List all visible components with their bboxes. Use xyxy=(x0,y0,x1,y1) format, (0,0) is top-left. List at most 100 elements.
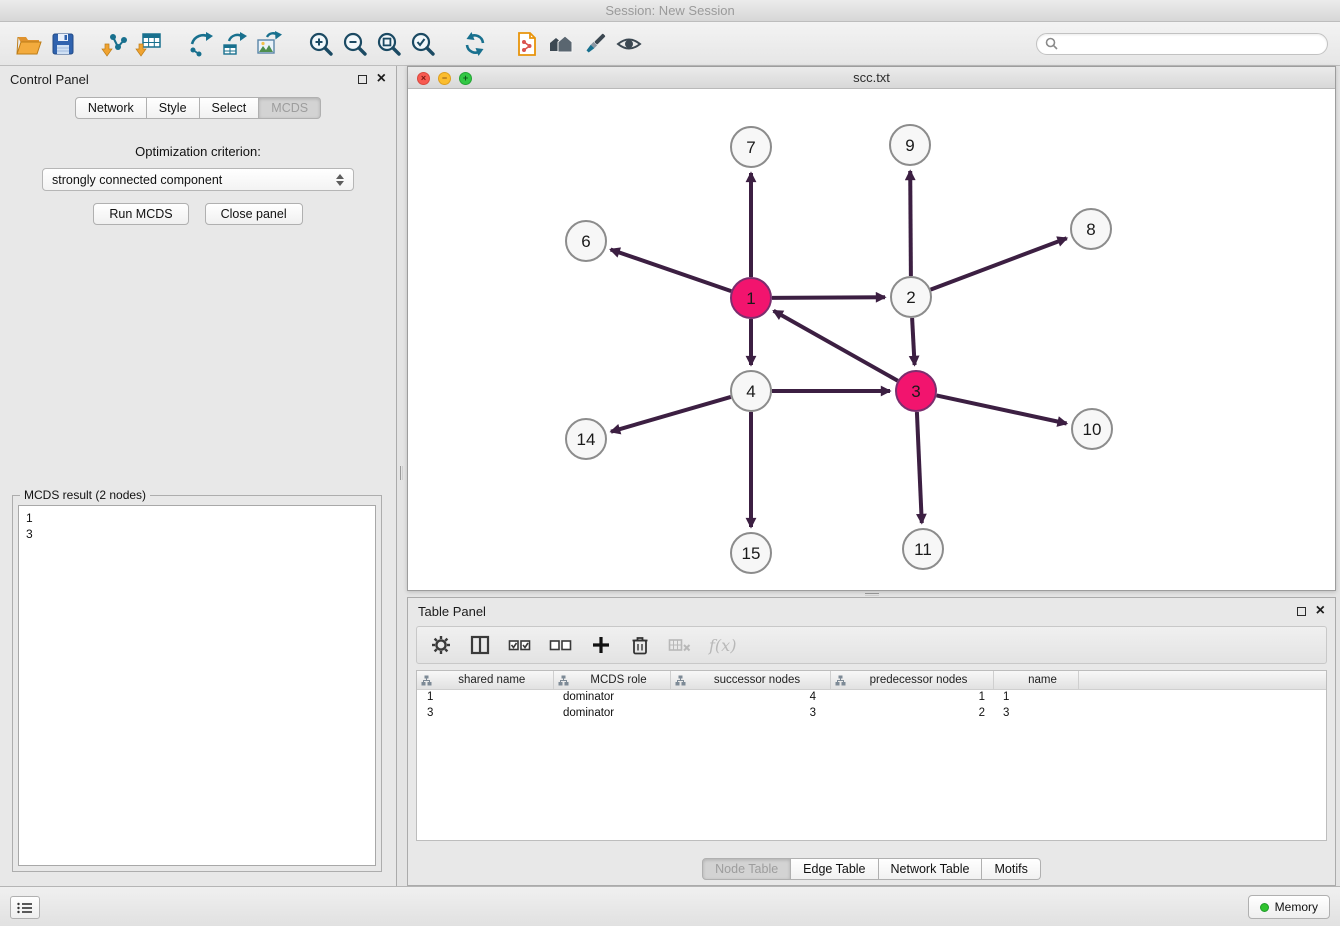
open-session-button[interactable] xyxy=(12,28,46,60)
table-settings-button[interactable] xyxy=(430,634,452,656)
run-mcds-button[interactable]: Run MCDS xyxy=(93,203,188,225)
graph-edge-3-11[interactable] xyxy=(917,412,922,523)
new-table-button[interactable] xyxy=(218,28,252,60)
tab-network-table[interactable]: Network Table xyxy=(879,858,983,880)
column-header-successor-nodes[interactable]: successor nodes xyxy=(670,671,830,689)
deselect-all-button[interactable] xyxy=(549,634,573,656)
graph-node-2[interactable]: 2 xyxy=(891,277,931,317)
paint-details-button[interactable] xyxy=(578,28,612,60)
new-network-button[interactable] xyxy=(184,28,218,60)
graph-edge-2-8[interactable] xyxy=(931,238,1067,289)
delete-table-button[interactable] xyxy=(668,634,692,656)
cell-successor-nodes[interactable]: 3 xyxy=(670,705,830,721)
graph-edge-3-1[interactable] xyxy=(774,311,898,381)
cell-shared-name[interactable]: 1 xyxy=(417,689,553,705)
column-header-label: successor nodes xyxy=(714,674,800,686)
cell-name[interactable]: 3 xyxy=(993,705,1078,721)
column-header-shared-name[interactable]: shared name xyxy=(417,671,553,689)
hide-details-button[interactable] xyxy=(612,28,646,60)
cell-predecessor-nodes[interactable]: 1 xyxy=(830,689,993,705)
graph-edge-2-3[interactable] xyxy=(912,318,915,365)
graph-edge-3-10[interactable] xyxy=(937,395,1067,423)
delete-column-button[interactable] xyxy=(629,634,651,656)
column-type-icon xyxy=(421,675,432,689)
column-header-mcds-role[interactable]: MCDS role xyxy=(553,671,670,689)
network-window-titlebar[interactable]: × − + scc.txt xyxy=(408,67,1335,89)
graph-node-6[interactable]: 6 xyxy=(566,221,606,261)
graph-node-14[interactable]: 14 xyxy=(566,419,606,459)
tab-style[interactable]: Style xyxy=(147,97,200,119)
home-views-button[interactable] xyxy=(544,28,578,60)
list-icon xyxy=(17,902,33,914)
tab-edge-table[interactable]: Edge Table xyxy=(791,858,878,880)
criterion-selected-value: strongly connected component xyxy=(52,173,222,187)
graph-node-3[interactable]: 3 xyxy=(896,371,936,411)
tab-motifs[interactable]: Motifs xyxy=(982,858,1040,880)
vertical-splitter[interactable] xyxy=(397,66,407,886)
zoom-selected-button[interactable] xyxy=(406,28,440,60)
save-session-button[interactable] xyxy=(46,28,80,60)
close-table-panel-icon[interactable]: × xyxy=(1316,603,1325,619)
node-label: 8 xyxy=(1086,220,1095,239)
refresh-button[interactable] xyxy=(458,28,492,60)
network-graph[interactable]: 7 9 6 8 1 2 4 3 14 10 15 11 xyxy=(408,89,1335,590)
mcds-result-list[interactable]: 1 3 xyxy=(18,505,376,866)
graph-edge-1-6[interactable] xyxy=(611,250,732,292)
cell-shared-name[interactable]: 3 xyxy=(417,705,553,721)
show-columns-button[interactable] xyxy=(469,634,491,656)
graph-edge-4-14[interactable] xyxy=(611,397,731,432)
graph-edge-1-2[interactable] xyxy=(772,297,885,298)
add-column-button[interactable] xyxy=(590,634,612,656)
node-label: 7 xyxy=(746,138,755,157)
cell-mcds-role[interactable]: dominator xyxy=(553,705,670,721)
tab-network[interactable]: Network xyxy=(75,97,147,119)
graph-node-4[interactable]: 4 xyxy=(731,371,771,411)
result-line: 1 xyxy=(26,510,368,526)
import-network-button[interactable] xyxy=(98,28,132,60)
search-input[interactable] xyxy=(1063,37,1319,51)
column-header-predecessor-nodes[interactable]: predecessor nodes xyxy=(830,671,993,689)
node-label: 1 xyxy=(746,289,755,308)
graph-node-10[interactable]: 10 xyxy=(1072,409,1112,449)
close-panel-button[interactable]: Close panel xyxy=(205,203,303,225)
cell-successor-nodes[interactable]: 4 xyxy=(670,689,830,705)
function-builder-button[interactable]: f(x) xyxy=(709,636,736,655)
network-canvas[interactable]: 7 9 6 8 1 2 4 3 14 10 15 11 xyxy=(408,89,1335,590)
table-row[interactable]: 3 dominator 3 2 3 xyxy=(417,705,1326,721)
window-close-icon[interactable]: × xyxy=(417,72,430,85)
select-all-button[interactable] xyxy=(508,634,532,656)
control-panel-header: Control Panel × xyxy=(0,66,396,92)
table-row[interactable]: 1 dominator 4 1 1 xyxy=(417,689,1326,705)
cell-mcds-role[interactable]: dominator xyxy=(553,689,670,705)
close-panel-icon[interactable]: × xyxy=(377,71,386,87)
zoom-out-button[interactable] xyxy=(338,28,372,60)
node-label: 6 xyxy=(581,232,590,251)
graph-node-11[interactable]: 11 xyxy=(903,529,943,569)
tab-node-table[interactable]: Node Table xyxy=(702,858,791,880)
window-zoom-icon[interactable]: + xyxy=(459,72,472,85)
float-panel-icon[interactable] xyxy=(358,75,367,84)
tab-select[interactable]: Select xyxy=(200,97,260,119)
search-box[interactable] xyxy=(1036,33,1328,55)
node-label: 2 xyxy=(906,288,915,307)
share-session-button[interactable] xyxy=(510,28,544,60)
export-image-button[interactable] xyxy=(252,28,286,60)
task-history-button[interactable] xyxy=(10,896,40,919)
graph-node-8[interactable]: 8 xyxy=(1071,209,1111,249)
zoom-fit-button[interactable] xyxy=(372,28,406,60)
graph-node-1[interactable]: 1 xyxy=(731,278,771,318)
memory-button[interactable]: Memory xyxy=(1248,895,1330,919)
graph-edge-2-9[interactable] xyxy=(910,171,911,276)
criterion-select[interactable]: strongly connected component xyxy=(42,168,354,191)
tab-mcds[interactable]: MCDS xyxy=(259,97,321,119)
window-minimize-icon[interactable]: − xyxy=(438,72,451,85)
import-table-button[interactable] xyxy=(132,28,166,60)
float-table-panel-icon[interactable] xyxy=(1297,607,1306,616)
zoom-in-button[interactable] xyxy=(304,28,338,60)
graph-node-15[interactable]: 15 xyxy=(731,533,771,573)
column-header-name[interactable]: name xyxy=(993,671,1078,689)
graph-node-7[interactable]: 7 xyxy=(731,127,771,167)
graph-node-9[interactable]: 9 xyxy=(890,125,930,165)
cell-name[interactable]: 1 xyxy=(993,689,1078,705)
cell-predecessor-nodes[interactable]: 2 xyxy=(830,705,993,721)
